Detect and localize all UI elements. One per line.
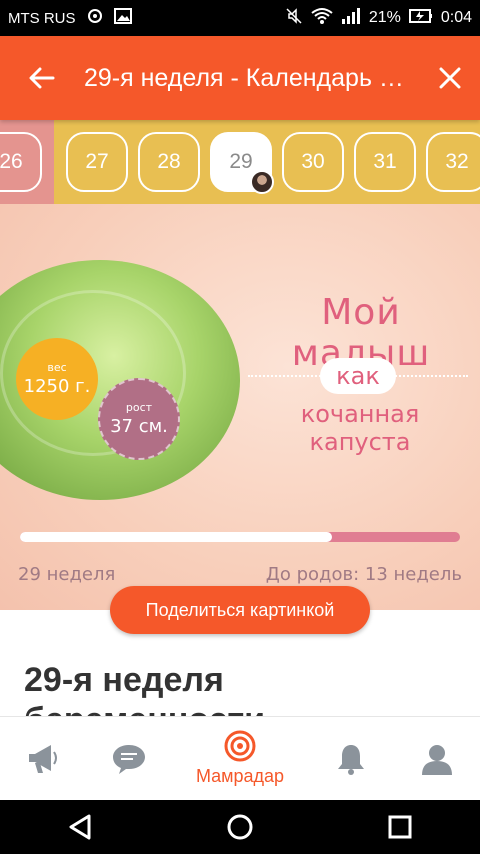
week-pill-28[interactable]: 28 — [138, 132, 200, 192]
app-bar: 29-я неделя - Календарь беременности — [0, 36, 480, 120]
radar-icon — [224, 730, 256, 762]
chat-bubble-icon — [112, 744, 145, 774]
week-selector: 26 27 28 29 30 31 32 — [0, 120, 480, 204]
pregnancy-progress-bar — [20, 532, 460, 542]
nav-notifications[interactable] — [309, 717, 395, 800]
wifi-icon — [311, 7, 333, 30]
nav-label: Мамрадар — [195, 766, 285, 786]
system-navigation-bar — [0, 800, 480, 854]
week-pill-29[interactable]: 29 — [210, 132, 274, 194]
current-week-text: 29 неделя — [18, 564, 116, 585]
week-number: 31 — [373, 150, 397, 173]
hero-connector: как — [248, 356, 468, 396]
close-button[interactable] — [420, 36, 480, 120]
recents-square-icon[interactable] — [387, 814, 413, 840]
page-title: 29-я неделя - Календарь беременности — [84, 63, 404, 92]
user-icon — [422, 744, 453, 775]
home-circle-icon[interactable] — [226, 813, 254, 841]
back-button[interactable] — [0, 36, 84, 120]
share-image-button[interactable]: Поделиться картинкой — [110, 586, 370, 634]
close-icon — [439, 67, 461, 89]
weight-badge: вес 1250 г. — [16, 338, 98, 420]
week-pill-32[interactable]: 32 — [426, 132, 480, 192]
location-icon — [86, 7, 104, 29]
bell-icon — [338, 744, 365, 775]
height-badge: рост 37 см. — [98, 378, 180, 460]
week-pill-26[interactable]: 26 — [0, 132, 42, 192]
connector-text: как — [320, 358, 396, 394]
progress-fill — [20, 532, 333, 542]
weight-label: вес — [47, 361, 67, 374]
clock: 0:04 — [440, 9, 472, 26]
week-number: 26 — [0, 150, 23, 173]
megaphone-icon — [28, 744, 57, 773]
hero-subtitle: кочанная капуста — [300, 400, 420, 456]
mute-icon — [285, 7, 303, 30]
nav-chat[interactable] — [86, 717, 172, 800]
week-number: 32 — [445, 150, 469, 173]
week-pill-30[interactable]: 30 — [282, 132, 344, 192]
weeks-to-birth-text: До родов: 13 недель — [265, 564, 462, 585]
week-number: 28 — [157, 150, 181, 173]
back-triangle-icon[interactable] — [67, 813, 93, 841]
battery-charging-icon — [408, 8, 433, 29]
status-bar: MTS RUS 21% 0:04 — [0, 0, 480, 36]
image-icon — [113, 8, 132, 28]
weight-value: 1250 г. — [23, 376, 91, 397]
week-pill-31[interactable]: 31 — [354, 132, 416, 192]
nav-profile[interactable] — [394, 717, 480, 800]
week-pill-27[interactable]: 27 — [66, 132, 128, 192]
baby-size-card: вес 1250 г. рост 37 см. Мой малыш как ко… — [0, 204, 480, 610]
nav-announcements[interactable] — [0, 717, 86, 800]
battery-percent: 21% — [368, 9, 401, 26]
week-number: 29 — [229, 150, 253, 173]
bottom-navigation: Мамрадар — [0, 716, 480, 800]
height-label: рост — [125, 401, 153, 414]
week-number: 27 — [85, 150, 109, 173]
nav-mamradar[interactable]: Мамрадар — [171, 717, 308, 800]
signal-icon — [341, 7, 361, 30]
carrier-text: MTS RUS — [8, 9, 76, 27]
article-heading: 29-я неделя беременности — [24, 661, 265, 716]
week-number: 30 — [301, 150, 325, 173]
arrow-left-icon — [29, 67, 55, 89]
height-value: 37 см. — [110, 416, 168, 437]
avatar — [250, 170, 274, 194]
